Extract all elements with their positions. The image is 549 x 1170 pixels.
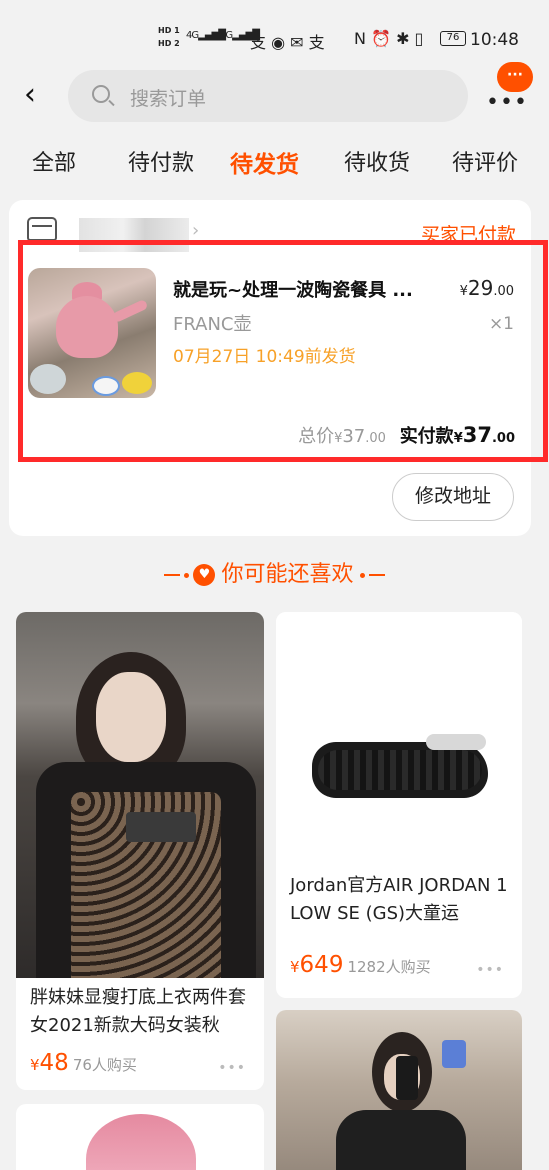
tab-pending-shipment[interactable]: 待发货 xyxy=(230,145,299,179)
product-price: ¥48 76人购买 xyxy=(30,1050,137,1076)
clock: 10:48 xyxy=(470,30,519,50)
recommend-header: ♥ 你可能还喜欢 xyxy=(0,556,549,588)
search-input[interactable]: 搜索订单 xyxy=(68,70,468,122)
product-image xyxy=(276,612,522,858)
recommend-card[interactable] xyxy=(276,1010,522,1170)
shop-icon xyxy=(27,217,57,241)
tab-pending-payment[interactable]: 待付款 xyxy=(128,145,194,177)
tab-all[interactable]: 全部 xyxy=(32,145,76,177)
order-list-screen: HD 1 HD 2 4G▂▄▆█ 4G▂▄▆█ 支 ◉ ✉ 支 N ⏰ ✱ ▯ … xyxy=(0,0,549,1170)
tab-pending-receipt[interactable]: 待收货 xyxy=(344,145,410,177)
status-bar: HD 1 HD 2 4G▂▄▆█ 4G▂▄▆█ 支 ◉ ✉ 支 N ⏰ ✱ ▯ … xyxy=(0,0,549,62)
recommend-card[interactable]: Jordan官方AIR JORDAN 1 LOW SE (GS)大童运 ¥649… xyxy=(276,612,522,998)
message-badge[interactable]: ··· xyxy=(497,62,533,92)
product-name: Jordan官方AIR JORDAN 1 LOW SE (GS)大童运 xyxy=(290,875,508,924)
system-status-icons: N ⏰ ✱ ▯ xyxy=(354,29,424,48)
modify-address-button[interactable]: 修改地址 xyxy=(392,473,514,521)
product-image xyxy=(86,1114,196,1170)
more-options-icon[interactable]: ••• xyxy=(218,1060,246,1076)
tab-pending-review[interactable]: 待评价 xyxy=(452,145,518,177)
search-icon xyxy=(92,85,110,103)
recommend-card[interactable]: 胖妹妹显瘦打底上衣两件套女2021新款大码女装秋 ¥48 76人购买 ••• xyxy=(16,612,264,1090)
app-notification-icons: 支 ◉ ✉ 支 xyxy=(250,33,325,52)
chevron-right-icon: › xyxy=(192,220,200,241)
product-price: ¥649 1282人购买 xyxy=(290,952,431,978)
selection-highlight xyxy=(18,240,548,462)
product-image xyxy=(16,612,264,978)
more-icon[interactable]: ••• xyxy=(486,90,528,115)
search-placeholder: 搜索订单 xyxy=(130,88,207,110)
sim-indicator: HD 1 HD 2 xyxy=(158,26,180,48)
heart-icon: ♥ xyxy=(193,564,216,586)
back-icon[interactable]: ‹ xyxy=(24,80,54,110)
more-options-icon[interactable]: ••• xyxy=(476,962,504,978)
product-image xyxy=(276,1010,522,1170)
product-name: 胖妹妹显瘦打底上衣两件套女2021新款大码女装秋 xyxy=(30,987,246,1036)
recommend-card[interactable] xyxy=(16,1104,264,1170)
battery-icon: 76 xyxy=(440,31,466,46)
